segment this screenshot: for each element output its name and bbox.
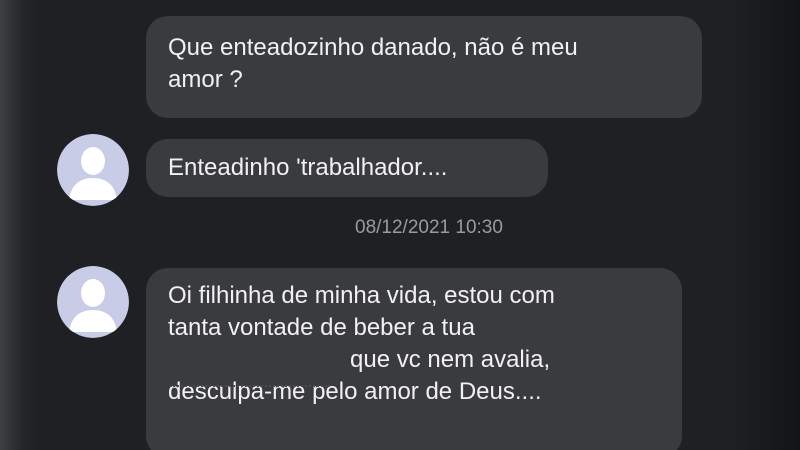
left-edge-shadow bbox=[0, 0, 40, 450]
message-3-line-3: que vc nem avalia, bbox=[350, 346, 551, 373]
avatar-silhouette bbox=[57, 134, 129, 206]
message-1-line-1: Que enteadozinho danado, não é meu bbox=[168, 34, 578, 61]
avatar-silhouette bbox=[57, 266, 129, 338]
message-1-line-2: amor ? bbox=[168, 66, 243, 93]
message-bubble-1[interactable]: Que enteadozinho danado, não é meu amor … bbox=[146, 16, 702, 118]
chat-screen: Que enteadozinho danado, não é meu amor … bbox=[0, 0, 800, 450]
message-3-line-4: desculpa-me pelo amor de Deus.... bbox=[168, 378, 542, 405]
default-user-avatar-icon[interactable] bbox=[57, 134, 129, 206]
message-timestamp: 08/12/2021 10:30 bbox=[355, 217, 503, 238]
message-2-line-1: Enteadinho 'trabalhador.... bbox=[168, 154, 448, 181]
message-bubble-3[interactable]: Oi filhinha de minha vida, estou com tan… bbox=[146, 268, 682, 450]
right-edge-shadow bbox=[730, 0, 800, 450]
message-bubble-2[interactable]: Enteadinho 'trabalhador.... bbox=[146, 139, 548, 197]
message-3-line-1: Oi filhinha de minha vida, estou com bbox=[168, 282, 555, 309]
redacted-text-mark bbox=[170, 385, 330, 389]
message-3-line-2: tanta vontade de beber a tua bbox=[168, 314, 475, 341]
default-user-avatar-icon[interactable] bbox=[57, 266, 129, 338]
